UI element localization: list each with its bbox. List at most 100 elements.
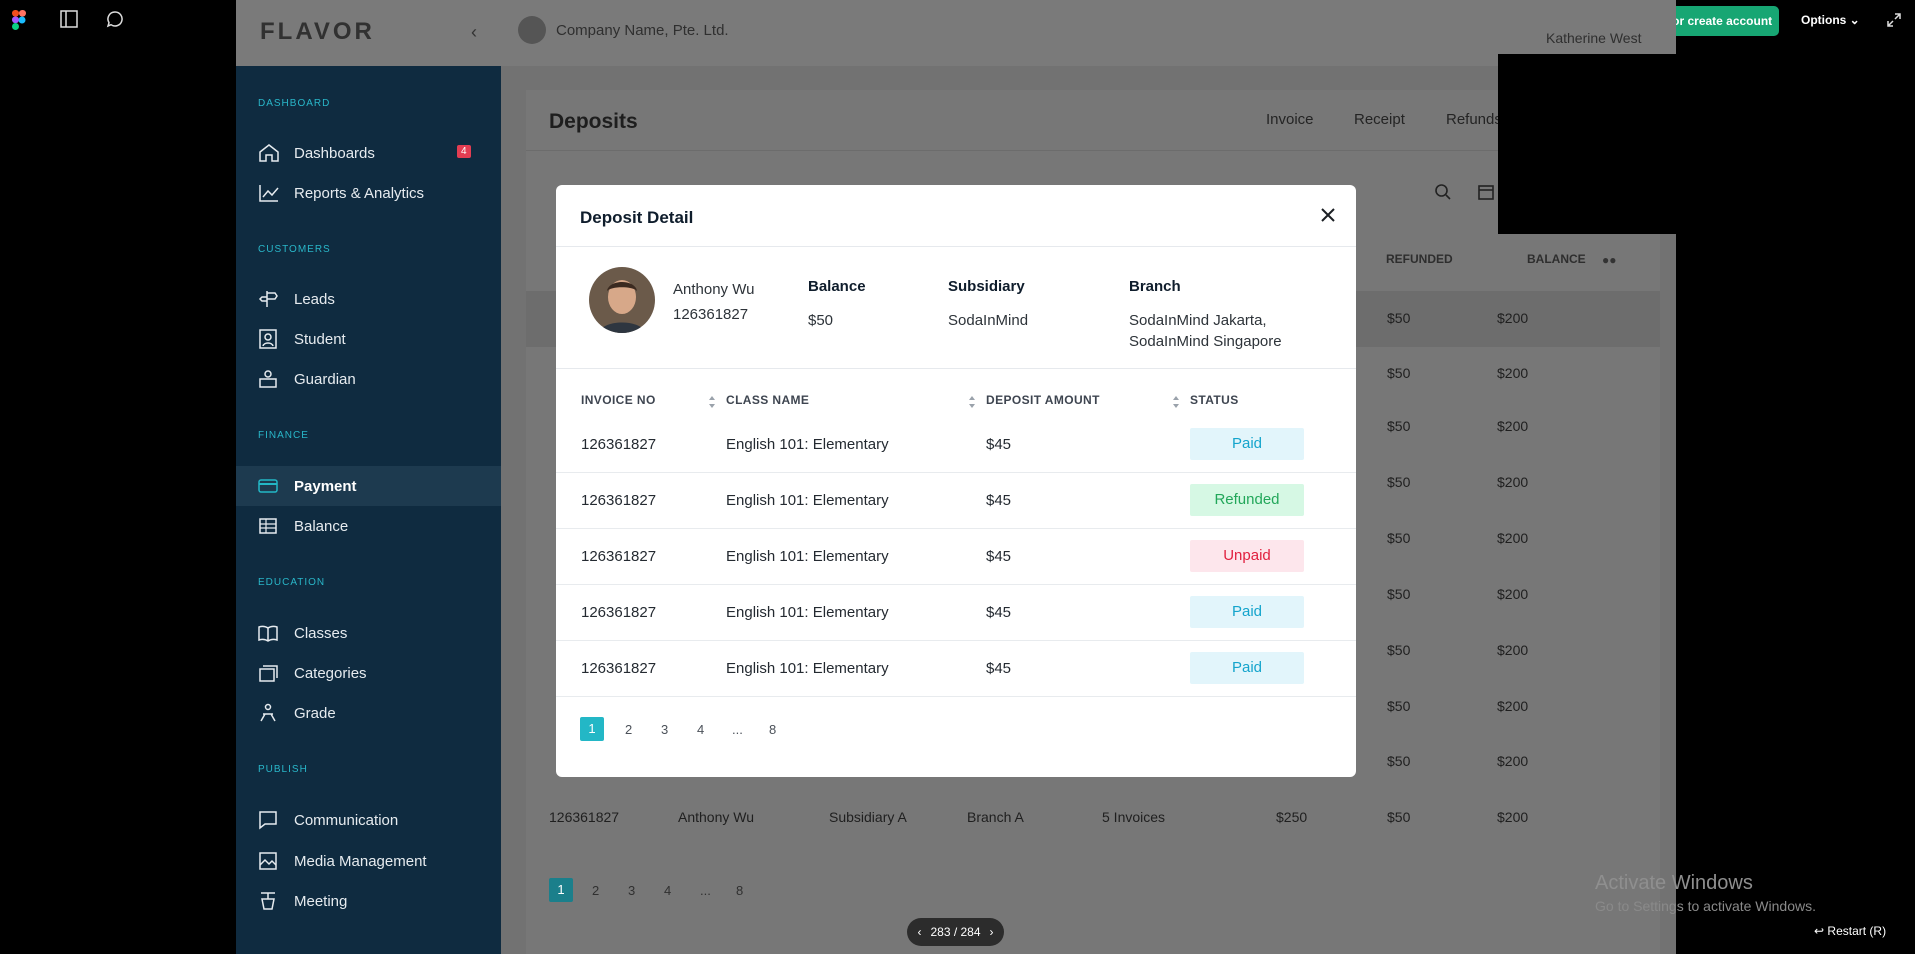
- bg-balance-cell: $200: [1497, 530, 1529, 546]
- options-label: Options: [1801, 13, 1847, 27]
- table-row[interactable]: 126361827 English 101: Elementary $45 Re…: [556, 473, 1356, 529]
- amount-cell: $45: [986, 436, 1012, 453]
- bg-refunded-cell: $50: [1387, 809, 1411, 825]
- page-1[interactable]: 1: [549, 878, 573, 902]
- bg-balance-cell: $200: [1497, 698, 1529, 714]
- sidebar-item-label: Grade: [294, 704, 336, 722]
- page-2[interactable]: 2: [592, 883, 599, 898]
- status-badge: Paid: [1190, 596, 1304, 628]
- restart-button[interactable]: ↩ Restart (R): [1814, 924, 1886, 938]
- modal-page-1[interactable]: 1: [580, 717, 604, 741]
- bg-balance-cell: $200: [1497, 418, 1529, 434]
- sidebar-item-label: Balance: [294, 517, 349, 535]
- status-badge: Paid: [1190, 428, 1304, 460]
- comment-icon[interactable]: [106, 10, 124, 28]
- guardian-icon: [259, 370, 277, 388]
- app-header: FLAVOR ‹ Company Name, Pte. Ltd. Katheri…: [236, 0, 1676, 66]
- sidebar-item-dashboards[interactable]: Dashboards 4: [236, 133, 501, 173]
- tab-invoice[interactable]: Invoice: [1266, 111, 1314, 128]
- sidebar-item-label: Reports & Analytics: [294, 184, 425, 202]
- column-settings-icon[interactable]: ●●: [1602, 253, 1617, 267]
- sort-icon[interactable]: [708, 395, 716, 409]
- sidebar-item-guardian[interactable]: Guardian: [236, 359, 501, 399]
- sidebar-item-reports[interactable]: Reports & Analytics: [236, 173, 501, 213]
- collapse-arrow-icon[interactable]: ‹: [471, 22, 477, 43]
- bg-refunded-cell: $50: [1387, 753, 1411, 769]
- subsidiary-label: Subsidiary: [948, 278, 1025, 295]
- modal-page-ellipsis: ...: [732, 722, 743, 737]
- options-menu[interactable]: Options ⌄: [1801, 13, 1860, 27]
- class-cell: English 101: Elementary: [726, 436, 889, 453]
- sidebar-toggle-icon[interactable]: [60, 10, 78, 28]
- page-4[interactable]: 4: [664, 883, 671, 898]
- sidebar-item-classes[interactable]: Classes: [236, 613, 501, 653]
- bg-refunded-cell: $50: [1387, 586, 1411, 602]
- bg-balance-cell: $200: [1497, 809, 1529, 825]
- bg-refunded-cell: $50: [1387, 418, 1411, 434]
- customer-id: 126361827: [673, 306, 749, 323]
- sidebar-item-meeting[interactable]: Meeting: [236, 881, 501, 921]
- modal-page-8[interactable]: 8: [769, 722, 776, 737]
- restart-icon: ↩: [1814, 924, 1825, 938]
- tab-receipt[interactable]: Receipt: [1354, 111, 1405, 128]
- sort-icon[interactable]: [968, 395, 976, 409]
- page-3[interactable]: 3: [628, 883, 635, 898]
- home-icon: [259, 144, 279, 162]
- section-finance: FINANCE: [258, 430, 309, 441]
- bg-invoice-cell: 126361827: [549, 809, 620, 825]
- sidebar-item-categories[interactable]: Categories: [236, 653, 501, 693]
- sidebar-item-student[interactable]: Student: [236, 319, 501, 359]
- company-selector[interactable]: Company Name, Pte. Ltd.: [556, 22, 729, 39]
- customer-avatar: [589, 267, 655, 333]
- table-row[interactable]: 126361827 English 101: Elementary $45 Pa…: [556, 641, 1356, 697]
- bg-invoices-cell: 5 Invoices: [1102, 809, 1166, 825]
- sidebar-item-media[interactable]: Media Management: [236, 841, 501, 881]
- categories-icon: [259, 665, 278, 682]
- page-8[interactable]: 8: [736, 883, 743, 898]
- modal-page-2[interactable]: 2: [625, 722, 632, 737]
- invoice-cell: 126361827: [581, 548, 657, 565]
- col-header-invoice[interactable]: INVOICE NO: [581, 393, 656, 407]
- sidebar-item-grade[interactable]: Grade: [236, 693, 501, 733]
- sidebar-item-leads[interactable]: Leads: [236, 279, 501, 319]
- table-row[interactable]: 126361827 English 101: Elementary $45 Pa…: [556, 417, 1356, 473]
- close-icon[interactable]: [1320, 207, 1336, 223]
- amount-cell: $45: [986, 660, 1012, 677]
- sidebar-item-communication[interactable]: Communication: [236, 800, 501, 840]
- table-row[interactable]: 126361827 English 101: Elementary $45 Pa…: [556, 585, 1356, 641]
- bg-refunded-cell: $50: [1387, 698, 1411, 714]
- fullscreen-icon[interactable]: [1886, 12, 1902, 28]
- bg-balance-cell: $200: [1497, 586, 1529, 602]
- modal-title: Deposit Detail: [580, 208, 694, 227]
- col-header-refunded[interactable]: REFUNDED: [1386, 252, 1453, 266]
- col-header-balance[interactable]: BALANCE: [1527, 252, 1586, 266]
- sidebar-item-label: Student: [294, 330, 346, 348]
- status-badge: Unpaid: [1190, 540, 1304, 572]
- person-photo-icon: [589, 267, 655, 333]
- search-icon[interactable]: [1434, 183, 1452, 201]
- divider: [526, 150, 1660, 151]
- sidebar-item-balance[interactable]: Balance: [236, 506, 501, 546]
- sidebar-item-label: Classes: [294, 624, 348, 642]
- section-customers: CUSTOMERS: [258, 244, 331, 255]
- sort-icon[interactable]: [1172, 395, 1180, 409]
- figma-logo-icon[interactable]: [12, 10, 26, 30]
- sidebar-item-label: Payment: [294, 477, 357, 495]
- user-name[interactable]: Katherine West: [1546, 30, 1641, 46]
- tab-refunds[interactable]: Refunds: [1446, 111, 1502, 128]
- book-icon: [258, 625, 278, 642]
- sidebar-item-payment[interactable]: Payment: [236, 466, 501, 506]
- modal-page-4[interactable]: 4: [697, 722, 704, 737]
- next-frame-icon[interactable]: ›: [990, 925, 994, 939]
- calendar-icon[interactable]: [1477, 183, 1495, 201]
- branch-label: Branch: [1129, 278, 1181, 295]
- col-header-class[interactable]: CLASS NAME: [726, 393, 809, 407]
- col-header-amount[interactable]: DEPOSIT AMOUNT: [986, 393, 1100, 407]
- table-row[interactable]: 126361827 English 101: Elementary $45 Un…: [556, 529, 1356, 585]
- student-icon: [259, 329, 277, 349]
- prev-frame-icon[interactable]: ‹: [917, 925, 921, 939]
- col-header-status[interactable]: STATUS: [1190, 393, 1239, 407]
- modal-page-3[interactable]: 3: [661, 722, 668, 737]
- sidebar-item-label: Media Management: [294, 852, 427, 870]
- media-icon: [259, 852, 277, 870]
